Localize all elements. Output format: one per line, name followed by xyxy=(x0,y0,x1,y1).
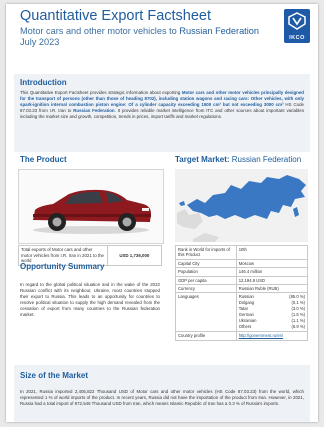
currency-value: Russian Ruble (RUB) xyxy=(235,284,309,294)
table-row: Country profile http://government.ru/en/ xyxy=(175,331,309,341)
factsheet-page: Quantitative Export Factsheet Motor cars… xyxy=(6,4,318,422)
table-row: GDP per capita 12,194.8 USD xyxy=(175,275,309,286)
table-row: Rank in World for imports of this Produc… xyxy=(175,245,309,260)
intro-text-1: This Quantitative Export Factsheet provi… xyxy=(20,90,182,95)
subtitle-country: Russian Federation xyxy=(179,26,259,36)
report-date: July 2023 xyxy=(20,37,60,47)
population-label: Population xyxy=(175,267,237,277)
header: Quantitative Export Factsheet Motor cars… xyxy=(20,8,270,48)
page-subtitle: Motor cars and other motor vehicles to R… xyxy=(20,26,270,37)
language-item: Others (6.9 %) xyxy=(238,324,305,330)
target-heading: Target Market: Russian Federation xyxy=(175,155,301,164)
product-image xyxy=(18,169,164,244)
target-market-table: Rank in World for imports of this Produc… xyxy=(175,245,309,341)
product-row-value: USD 1,736,000 xyxy=(106,245,163,266)
opportunity-heading: Opportunity Summary xyxy=(20,262,105,271)
intro-country: Russian Federation xyxy=(73,107,115,113)
russia-map xyxy=(175,169,308,242)
capital-label: Capital City xyxy=(175,258,237,269)
market-size-heading: Size of the Market xyxy=(20,371,89,380)
country-profile-link[interactable]: http://government.ru/en/ xyxy=(239,333,283,338)
table-row: Currency Russian Ruble (RUB) xyxy=(175,284,309,294)
intro-section: Introduction This Quantitative Export Fa… xyxy=(14,74,310,152)
page-title: Quantitative Export Factsheet xyxy=(20,8,212,24)
intro-heading: Introduction xyxy=(20,78,67,87)
rank-label: Rank in World for imports of this Produc… xyxy=(175,245,237,260)
table-row: Languages Russian (85.0 %) Dolgang (0.1 %)… xyxy=(175,292,309,333)
capital-value: Moscow xyxy=(235,258,309,269)
table-row: Capital City Moscow xyxy=(175,258,309,269)
table-row: Population 146.4 million xyxy=(175,267,309,277)
map-icon xyxy=(175,169,308,242)
subtitle-product: Motor cars and other motor vehicles to xyxy=(20,26,180,36)
opportunity-text: In regard to the global political situat… xyxy=(20,282,160,317)
target-heading-label: Target Market: xyxy=(175,155,232,164)
ikco-emblem-icon xyxy=(288,12,306,30)
logo-text: IKCO xyxy=(289,35,305,41)
languages-value: Russian (85.0 %) Dolgang (0.1 %) Tatar (3.0… xyxy=(235,292,309,333)
product-heading: The Product xyxy=(20,155,67,164)
gdp-label: GDP per capita xyxy=(175,275,237,286)
ikco-logo: IKCO xyxy=(284,9,310,43)
languages-label: Languages xyxy=(175,292,237,333)
currency-label: Currency xyxy=(175,284,237,294)
intro-paragraph: This Quantitative Export Factsheet provi… xyxy=(20,90,304,120)
target-heading-country: Russian Federation xyxy=(231,155,302,164)
car-icon xyxy=(33,189,151,234)
gdp-value: 12,194.8 USD xyxy=(235,275,309,286)
profile-label: Country profile xyxy=(175,331,237,341)
profile-value: http://government.ru/en/ xyxy=(235,331,309,341)
market-size-text: In 2021, Russia imported 2,405,822 Thous… xyxy=(20,389,304,406)
population-value: 146.4 million xyxy=(235,267,309,277)
rank-value: 10th xyxy=(235,245,309,260)
